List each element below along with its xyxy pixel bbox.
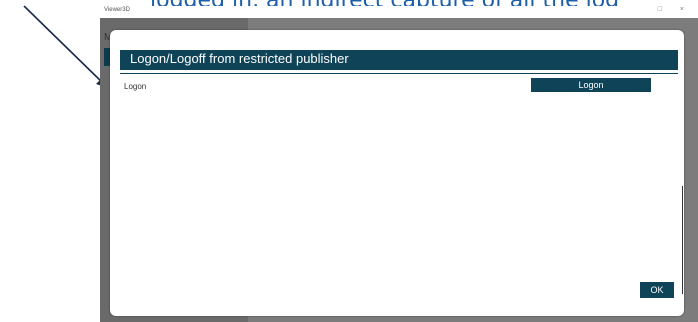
dialog-divider (120, 73, 678, 74)
dialog-title: Logon/Logoff from restricted publisher (130, 51, 349, 66)
logon-button[interactable]: Logon (531, 78, 651, 92)
logon-dialog: Logon/Logoff from restricted publisher L… (110, 30, 684, 316)
dialog-scrollbar[interactable] (682, 186, 683, 294)
logon-row-label: Logon (124, 82, 147, 91)
window-controls[interactable]: □ × (658, 6, 692, 13)
dialog-header: Logon/Logoff from restricted publisher (120, 50, 678, 70)
app-title: Viewer3D (104, 7, 130, 13)
app-titlebar: Viewer3D □ × (100, 6, 698, 18)
ok-button[interactable]: OK (640, 282, 674, 298)
